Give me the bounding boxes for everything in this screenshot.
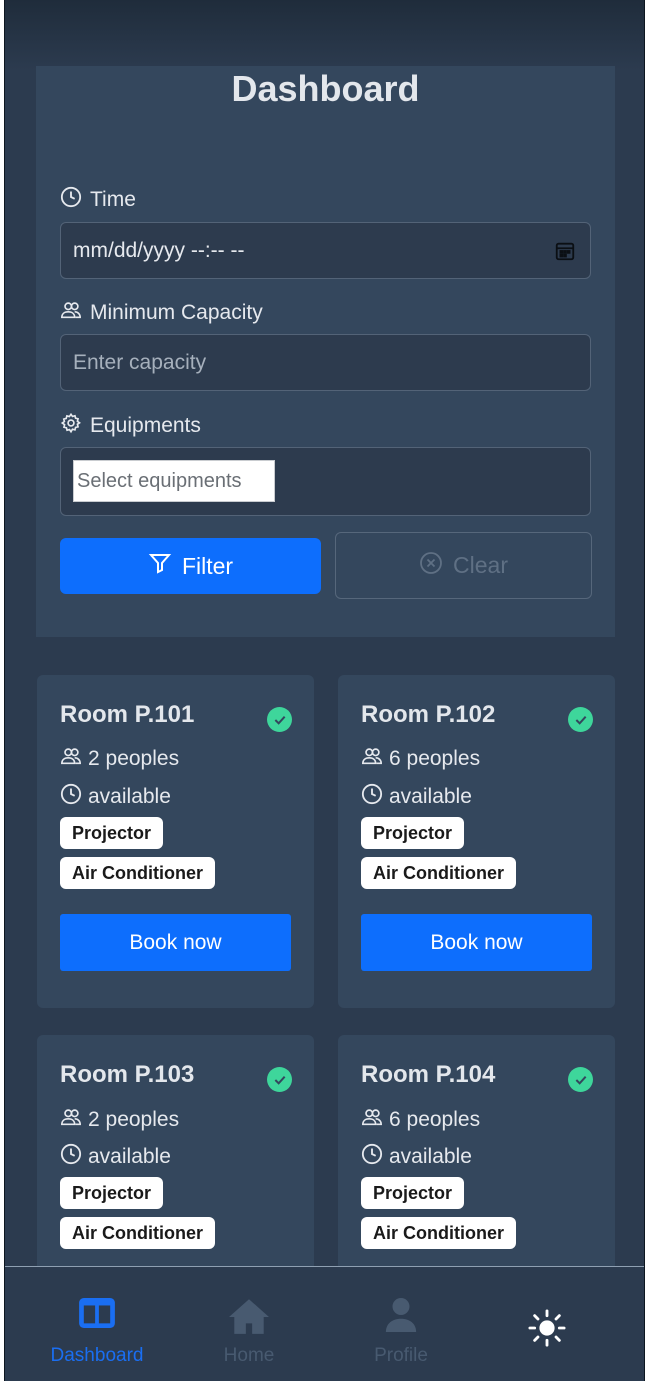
room-status: available	[60, 1143, 171, 1171]
nav-label-home: Home	[223, 1345, 275, 1366]
clock-icon	[60, 783, 82, 811]
equipments-field: Select equipments	[60, 447, 591, 516]
room-card: Room P.101 2 peoples available Projector…	[37, 675, 314, 1008]
room-status: available	[361, 1143, 472, 1171]
book-now-button[interactable]: Book now	[60, 914, 291, 971]
filter-icon	[148, 551, 172, 581]
room-capacity: 6 peoples	[361, 1106, 480, 1134]
header-shade	[5, 0, 644, 70]
capacity-input[interactable]: Enter capacity	[60, 334, 591, 391]
equipment-chip: Projector	[361, 1177, 465, 1209]
clear-icon	[419, 551, 443, 581]
time-label: Time	[60, 186, 136, 214]
nav-item-dashboard[interactable]: Dashboard	[17, 1267, 177, 1381]
equipments-select[interactable]: Select equipments	[73, 460, 275, 502]
room-name: Room P.104	[361, 1061, 496, 1088]
app-frame: Dashboard Time mm/dd/yyyy --:-- -- Minim…	[4, 0, 645, 1381]
clock-icon	[361, 783, 383, 811]
filter-panel: Dashboard Time mm/dd/yyyy --:-- -- Minim…	[36, 66, 615, 637]
check-icon	[267, 1067, 292, 1092]
calendar-icon[interactable]	[554, 240, 576, 262]
sun-icon	[528, 1309, 566, 1352]
nav-label-dashboard: Dashboard	[50, 1345, 144, 1366]
profile-icon	[384, 1297, 418, 1338]
people-icon	[361, 1106, 383, 1134]
equipment-chip: Projector	[60, 1177, 164, 1209]
check-icon	[568, 707, 593, 732]
nav-item-profile[interactable]: Profile	[321, 1267, 481, 1381]
filter-button[interactable]: Filter	[60, 538, 321, 594]
clear-button[interactable]: Clear	[335, 532, 592, 599]
room-status: available	[60, 783, 171, 811]
equipment-chip: Air Conditioner	[361, 1217, 516, 1249]
equipments-label: Equipments	[60, 412, 201, 440]
nav-label-profile: Profile	[374, 1345, 428, 1366]
people-icon	[60, 745, 82, 773]
equipment-chip: Air Conditioner	[60, 1217, 215, 1249]
time-input-value: mm/dd/yyyy --:-- --	[73, 239, 245, 262]
capacity-label: Minimum Capacity	[60, 299, 263, 327]
equipment-chip: Projector	[60, 817, 164, 849]
people-icon	[361, 745, 383, 773]
time-input[interactable]: mm/dd/yyyy --:-- --	[60, 222, 591, 279]
clock-icon	[60, 186, 82, 214]
clock-icon	[361, 1143, 383, 1171]
room-name: Room P.103	[60, 1061, 195, 1088]
clock-icon	[60, 1143, 82, 1171]
gear-icon	[60, 412, 82, 440]
room-capacity: 2 peoples	[60, 745, 179, 773]
check-icon	[267, 707, 292, 732]
nav-item-home[interactable]: Home	[169, 1267, 329, 1381]
bottom-nav: Dashboard Home Profile	[5, 1266, 644, 1381]
equipment-chip: Projector	[361, 817, 465, 849]
room-name: Room P.102	[361, 701, 496, 728]
room-status: available	[361, 783, 472, 811]
book-now-button[interactable]: Book now	[361, 914, 592, 971]
equipment-chip: Air Conditioner	[60, 857, 215, 889]
room-card: Room P.102 6 peoples available Projector…	[338, 675, 615, 1008]
equipment-chip: Air Conditioner	[361, 857, 516, 889]
check-icon	[568, 1067, 593, 1092]
room-name: Room P.101	[60, 701, 195, 728]
theme-toggle[interactable]	[467, 1267, 627, 1381]
room-capacity: 2 peoples	[60, 1106, 179, 1134]
page-title: Dashboard	[231, 68, 420, 109]
home-icon	[228, 1297, 270, 1340]
dashboard-icon	[78, 1297, 116, 1334]
people-icon	[60, 1106, 82, 1134]
room-capacity: 6 peoples	[361, 745, 480, 773]
capacity-placeholder: Enter capacity	[73, 351, 207, 374]
people-icon	[60, 299, 82, 327]
